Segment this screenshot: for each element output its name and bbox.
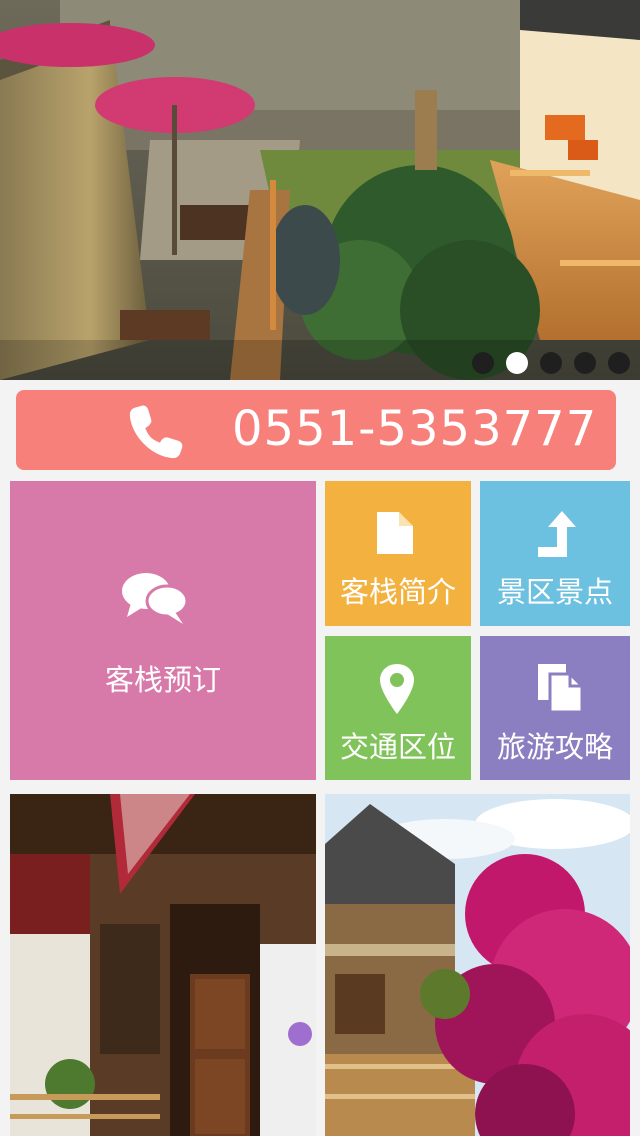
- hero-carousel[interactable]: [0, 0, 640, 380]
- tile-scenic[interactable]: 景区景点: [480, 481, 630, 626]
- page: 0551-5353777 客栈预订 客栈简介 景区景点 交通区位 旅游攻略: [0, 0, 640, 1136]
- tile-guide-label: 旅游攻略: [496, 730, 613, 764]
- photo-flower-building: [325, 794, 630, 1136]
- chat-bubbles-icon: [122, 573, 189, 624]
- map-pin-icon: [380, 664, 414, 714]
- photo-card-left[interactable]: [10, 794, 316, 1136]
- tile-intro-label: 客栈简介: [339, 575, 456, 609]
- tile-guide[interactable]: 旅游攻略: [480, 636, 630, 780]
- tile-traffic[interactable]: 交通区位: [325, 636, 471, 780]
- turn-arrow-icon: [538, 511, 576, 557]
- tile-intro[interactable]: 客栈简介: [325, 481, 471, 626]
- documents-icon: [538, 664, 584, 712]
- phone-number: 0551-5353777: [232, 401, 598, 457]
- tile-traffic-label: 交通区位: [339, 730, 456, 764]
- photo-wooden-house: [10, 794, 316, 1136]
- phone-icon: [129, 405, 183, 459]
- carousel-dot[interactable]: [540, 352, 562, 374]
- tile-scenic-label: 景区景点: [496, 575, 613, 609]
- carousel-dot[interactable]: [574, 352, 596, 374]
- document-icon: [377, 512, 413, 554]
- hero-photo-courtyard: [0, 0, 640, 380]
- carousel-dot[interactable]: [506, 352, 528, 374]
- carousel-dots: [472, 352, 630, 374]
- carousel-dot[interactable]: [608, 352, 630, 374]
- photo-card-right[interactable]: [325, 794, 630, 1136]
- tile-booking-label: 客栈预订: [104, 663, 221, 697]
- call-phone-button[interactable]: 0551-5353777: [16, 390, 616, 470]
- carousel-dot[interactable]: [472, 352, 494, 374]
- tile-booking[interactable]: 客栈预订: [10, 481, 316, 780]
